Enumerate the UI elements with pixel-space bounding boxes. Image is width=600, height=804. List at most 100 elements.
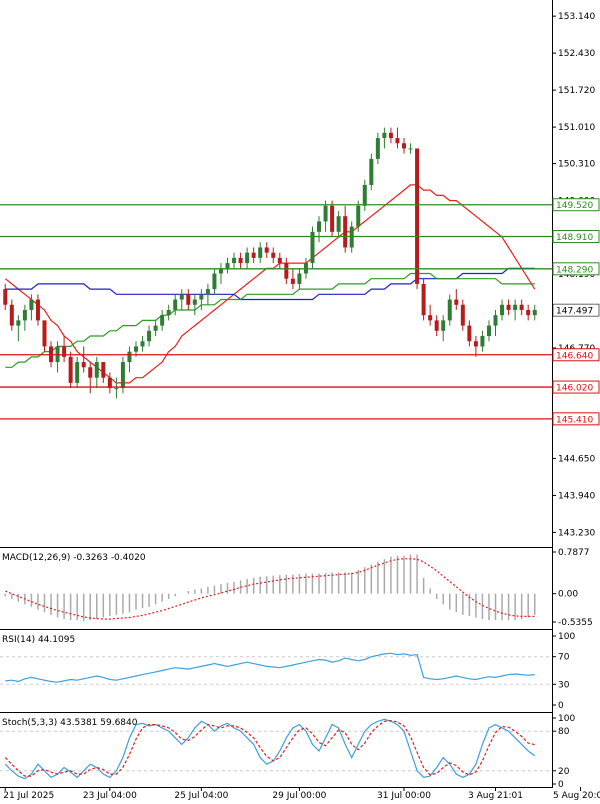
stoch-y-tick-label: 20	[558, 767, 570, 777]
candle-body	[460, 304, 465, 326]
x-tick-label: 23 Jul 04:00	[83, 791, 137, 800]
candle-body	[362, 184, 367, 206]
candle-body	[22, 309, 27, 321]
candle-body	[160, 315, 165, 326]
candle-body	[199, 294, 204, 300]
candle-body	[441, 320, 446, 331]
candle-body	[323, 205, 328, 222]
candle-body	[225, 263, 230, 269]
moving-average-line-0	[4, 184, 536, 384]
candle-body	[434, 320, 439, 331]
candle-body	[408, 148, 413, 150]
candle-body	[147, 330, 152, 342]
level-label: 146.020	[556, 384, 593, 394]
stoch-signal-line	[4, 719, 535, 777]
level-label: 145.410	[556, 415, 593, 425]
x-tick-label: 31 Jul 00:00	[377, 791, 431, 800]
candle-body	[421, 283, 426, 316]
level-label: 146.640	[556, 351, 593, 361]
candle-body	[81, 362, 86, 368]
candle-body	[212, 273, 217, 290]
rsi-line	[5, 652, 535, 683]
candle-body	[388, 132, 393, 139]
y-tick-label: 151.010	[558, 123, 595, 133]
y-tick-label: 150.310	[558, 160, 595, 170]
candle-body	[245, 252, 250, 264]
candle-body	[3, 289, 8, 305]
candle-body	[238, 257, 243, 264]
candle-body	[330, 205, 335, 232]
y-tick-label: 152.430	[558, 49, 595, 59]
candle-body	[271, 252, 276, 258]
candle-body	[88, 367, 93, 378]
candle-body	[284, 263, 289, 279]
x-tick-label: 29 Jul 00:00	[272, 791, 326, 800]
candle-body	[428, 315, 433, 321]
macd-y-tick-label: 0.7877	[558, 548, 590, 558]
last-price-label: 147.497	[556, 307, 593, 317]
trading-chart: 153.140152.430151.720151.010150.310149.6…	[0, 0, 600, 801]
candle-body	[94, 362, 99, 378]
candle-body	[447, 299, 452, 321]
x-tick-label: 25 Jul 04:00	[174, 791, 228, 800]
candle-body	[467, 325, 472, 342]
rsi-y-tick-label: 70	[558, 653, 570, 663]
candle-body	[16, 320, 21, 326]
candle-body	[29, 299, 34, 310]
candle-body	[173, 299, 178, 310]
y-tick-label: 143.230	[558, 528, 595, 538]
y-tick-label: 143.940	[558, 491, 595, 501]
candle-body	[101, 362, 106, 378]
level-label: 148.290	[556, 265, 593, 275]
candle-body	[356, 205, 361, 227]
x-tick-label: 5 Aug 20:00	[553, 791, 600, 800]
candle-body	[251, 252, 256, 258]
candle-body	[336, 216, 341, 232]
candle-body	[120, 362, 125, 389]
candle-body	[454, 299, 459, 305]
macd-y-tick-label: -0.5355	[558, 618, 593, 628]
candle-body	[179, 294, 184, 300]
stoch-main-line	[4, 718, 536, 780]
rsi-y-tick-label: 100	[558, 632, 575, 642]
candle-body	[317, 221, 322, 232]
candle-body	[205, 289, 210, 295]
candle-body	[140, 341, 145, 347]
rsi-y-tick-label: 0	[558, 701, 564, 711]
candle-body	[480, 336, 485, 347]
candle-body	[526, 309, 531, 316]
candle-body	[68, 356, 73, 383]
candle-body	[375, 138, 380, 159]
x-tick-label: 3 Aug 21:01	[468, 791, 523, 800]
candle-body	[473, 341, 478, 347]
candle-body	[127, 351, 132, 363]
candle-body	[166, 309, 171, 316]
candle-body	[42, 320, 47, 347]
candle-body	[519, 304, 524, 310]
stoch-y-tick-label: 0	[558, 780, 564, 790]
y-tick-label: 144.650	[558, 454, 595, 464]
candle-body	[402, 143, 406, 149]
candle-body	[369, 158, 374, 185]
candle-body	[75, 362, 80, 383]
candle-body	[343, 216, 348, 248]
rsi-y-tick-label: 30	[558, 680, 570, 690]
stoch-label: Stoch(5,3,3) 43.5381 59.6840	[2, 718, 138, 728]
candle-body	[513, 304, 518, 310]
candle-body	[9, 304, 14, 326]
chart-canvas: 153.140152.430151.720151.010150.310149.6…	[0, 0, 600, 801]
candle-body	[258, 247, 263, 258]
candle-body	[297, 273, 302, 284]
level-label: 148.910	[556, 233, 593, 243]
candle-body	[395, 138, 400, 144]
candle-body	[134, 346, 138, 352]
candle-body	[290, 278, 295, 284]
candle-body	[114, 388, 119, 390]
candle-body	[382, 132, 387, 139]
level-label: 149.520	[556, 201, 593, 211]
candle-body	[415, 148, 420, 284]
moving-average-line-2	[5, 272, 535, 368]
stoch-y-tick-label: 100	[558, 714, 575, 724]
y-tick-label: 151.720	[558, 86, 595, 96]
candle-body	[493, 315, 498, 326]
